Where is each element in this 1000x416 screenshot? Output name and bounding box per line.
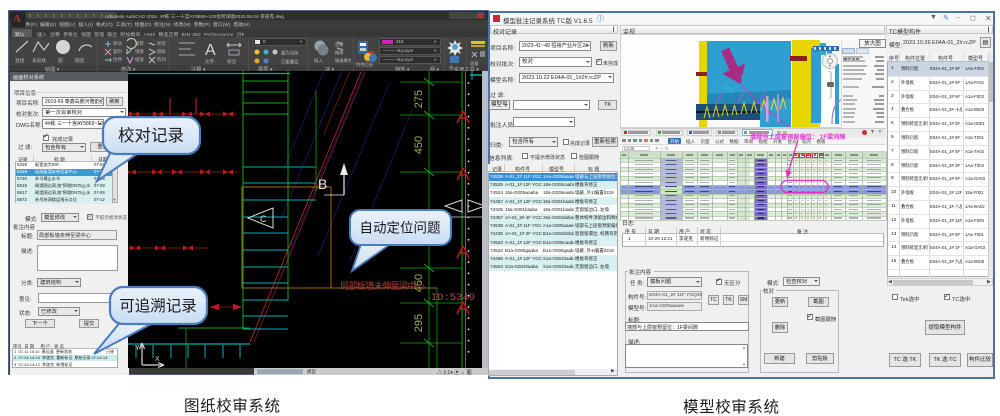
svg-text:可追溯记录: 可追溯记录 xyxy=(119,297,197,315)
svg-text:校对记录: 校对记录 xyxy=(118,126,184,145)
svg-text:自动定位问题: 自动定位问题 xyxy=(360,221,441,236)
